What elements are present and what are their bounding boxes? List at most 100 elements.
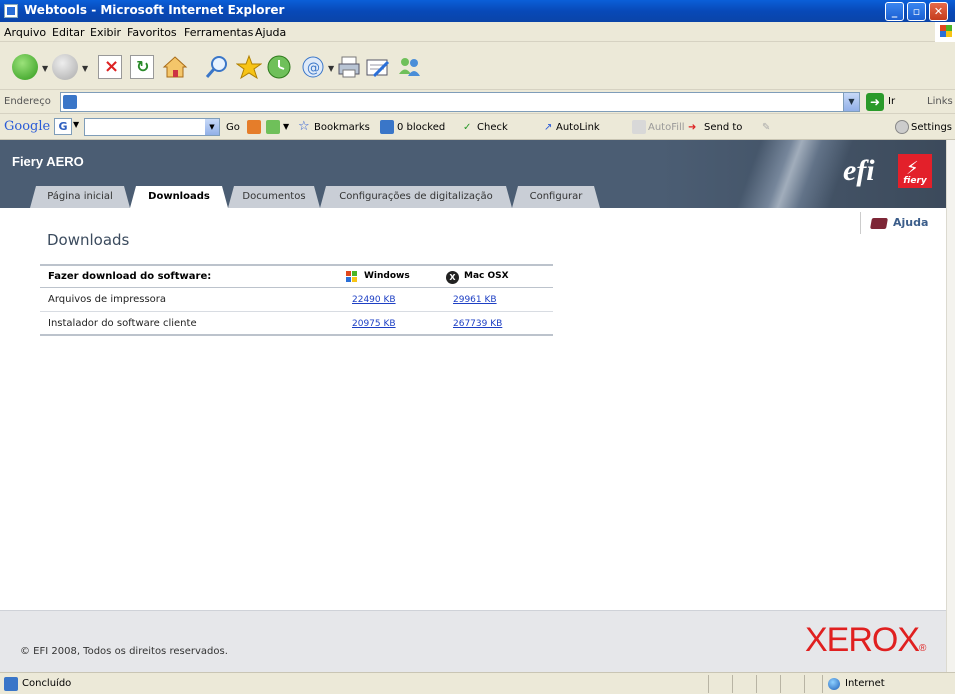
help-link[interactable]: Ajuda (860, 212, 928, 234)
google-g-button[interactable]: G (54, 118, 72, 135)
windows-icon (346, 271, 358, 283)
status-text: Concluído (22, 678, 72, 689)
back-icon[interactable] (12, 54, 38, 80)
security-zone: Internet (845, 678, 885, 689)
tab-downloads[interactable]: Downloads (130, 186, 228, 208)
menu-ferramentas[interactable]: Ferramentas (184, 26, 253, 39)
history-icon[interactable] (266, 54, 292, 80)
messenger-icon[interactable] (396, 54, 422, 80)
svg-text:@: @ (307, 61, 320, 76)
downloads-header-title: Fazer download do software: (48, 271, 212, 282)
back-dropdown-icon[interactable]: ▼ (42, 64, 48, 73)
maximize-button[interactable]: ▫ (907, 2, 926, 21)
mac-download-link[interactable]: 29961 KB (453, 295, 497, 305)
address-input[interactable]: ▼ (60, 92, 860, 112)
favorites-icon[interactable] (235, 54, 263, 80)
tab-documentos[interactable]: Documentos (228, 186, 320, 208)
google-g-dropdown-icon[interactable]: ▼ (73, 120, 79, 129)
settings-icon (895, 120, 909, 134)
go-button[interactable]: Ir (888, 96, 895, 107)
google-search-dropdown-icon[interactable]: ▼ (205, 119, 219, 135)
page-icon (63, 95, 77, 109)
app-name: Fiery AERO (12, 154, 84, 169)
google-toolbar: Google G ▼ ▼ Go ▼ ☆ Bookmarks 0 blocked … (0, 114, 955, 140)
status-bar: Concluído Internet (0, 672, 955, 694)
highlight-icon[interactable]: ✎ (762, 122, 770, 133)
autofill-button[interactable]: AutoFill (648, 122, 685, 133)
downloads-table-header: Fazer download do software: Windows X Ma… (40, 264, 553, 288)
web-page: Fiery AERO efi fiery Página inicial Down… (0, 140, 946, 672)
close-button[interactable]: ✕ (929, 2, 948, 21)
address-dropdown-icon[interactable]: ▼ (843, 93, 859, 111)
table-row: Instalador do software cliente 20975 KB … (40, 312, 553, 336)
mac-column-header: Mac OSX (464, 271, 509, 281)
menu-arquivo[interactable]: Arquivo (4, 26, 46, 39)
page-header: Fiery AERO efi fiery Página inicial Down… (0, 140, 946, 208)
google-search-input[interactable]: ▼ (84, 118, 220, 136)
windows-logo-icon (935, 22, 955, 42)
efi-logo: efi (843, 154, 875, 187)
help-label[interactable]: Ajuda (893, 216, 928, 229)
tab-configuracoes-digitalizacao[interactable]: Configurações de digitalização (320, 186, 512, 208)
news-icon[interactable] (247, 120, 261, 134)
google-go-button[interactable]: Go (226, 122, 240, 133)
mac-download-link[interactable]: 267739 KB (453, 319, 502, 329)
mail-icon[interactable]: @ (300, 54, 326, 80)
page-status-icon (4, 677, 18, 691)
windows-column-header: Windows (364, 271, 410, 281)
copyright-text: © EFI 2008, Todos os direitos reservados… (20, 646, 228, 657)
send-to-icon: ➜ (688, 122, 697, 133)
pagerank-dropdown-icon[interactable]: ▼ (283, 122, 289, 131)
menu-editar[interactable]: Editar (52, 26, 85, 39)
mac-x-icon: X (446, 271, 459, 284)
bookmarks-button[interactable]: Bookmarks (314, 122, 370, 133)
go-arrow-icon[interactable]: ➜ (866, 93, 884, 111)
page-title: Downloads (47, 231, 130, 249)
mail-dropdown-icon[interactable]: ▼ (328, 64, 334, 73)
menu-exibir[interactable]: Exibir (90, 26, 121, 39)
page-footer: © EFI 2008, Todos os direitos reservados… (0, 610, 946, 672)
search-icon[interactable] (204, 54, 230, 80)
tab-configurar[interactable]: Configurar (512, 186, 600, 208)
address-label: Endereço (4, 96, 51, 107)
popup-blocked-count[interactable]: 0 blocked (397, 122, 445, 133)
window-title: Webtools - Microsoft Internet Explorer (24, 3, 285, 17)
print-icon[interactable] (336, 54, 362, 80)
menu-ajuda[interactable]: Ajuda (255, 26, 286, 39)
check-button[interactable]: Check (477, 122, 508, 133)
fiery-logo: fiery (898, 142, 932, 196)
bookmarks-star-icon: ☆ (298, 119, 310, 134)
forward-icon[interactable] (52, 54, 78, 80)
row-name: Instalador do software cliente (48, 318, 197, 329)
downloads-table: Fazer download do software: Windows X Ma… (40, 264, 553, 336)
links-button[interactable]: Links (927, 96, 953, 107)
address-bar: Endereço ▼ ➜ Ir Links (0, 90, 955, 114)
refresh-icon[interactable] (130, 55, 154, 79)
forward-dropdown-icon[interactable]: ▼ (82, 64, 88, 73)
autolink-icon: ↗ (544, 122, 553, 133)
minimize-button[interactable]: _ (885, 2, 904, 21)
menu-bar: Arquivo Editar Exibir Favoritos Ferramen… (0, 22, 955, 42)
windows-download-link[interactable]: 20975 KB (352, 319, 396, 329)
standard-toolbar: ▼ ▼ @ ▼ (0, 42, 955, 90)
vertical-scrollbar[interactable] (946, 140, 955, 672)
home-icon[interactable] (162, 54, 188, 80)
table-row: Arquivos de impressora 22490 KB 29961 KB (40, 288, 553, 312)
xerox-logo: XEROX® (805, 621, 926, 659)
edit-icon[interactable] (364, 54, 390, 80)
tab-pagina-inicial[interactable]: Página inicial (30, 186, 130, 208)
stop-icon[interactable] (98, 55, 122, 79)
help-book-icon (870, 218, 888, 229)
internet-zone-icon (828, 678, 840, 690)
menu-favoritos[interactable]: Favoritos (127, 26, 177, 39)
ie-app-icon (4, 4, 18, 18)
popup-blocker-icon[interactable] (380, 120, 394, 134)
pagerank-icon[interactable] (266, 120, 280, 134)
send-to-button[interactable]: Send to (704, 122, 742, 133)
row-name: Arquivos de impressora (48, 294, 167, 305)
autolink-button[interactable]: AutoLink (556, 122, 600, 133)
google-logo[interactable]: Google (4, 119, 50, 134)
window-title-bar: Webtools - Microsoft Internet Explorer _… (0, 0, 955, 22)
settings-button[interactable]: Settings (911, 122, 952, 133)
windows-download-link[interactable]: 22490 KB (352, 295, 396, 305)
